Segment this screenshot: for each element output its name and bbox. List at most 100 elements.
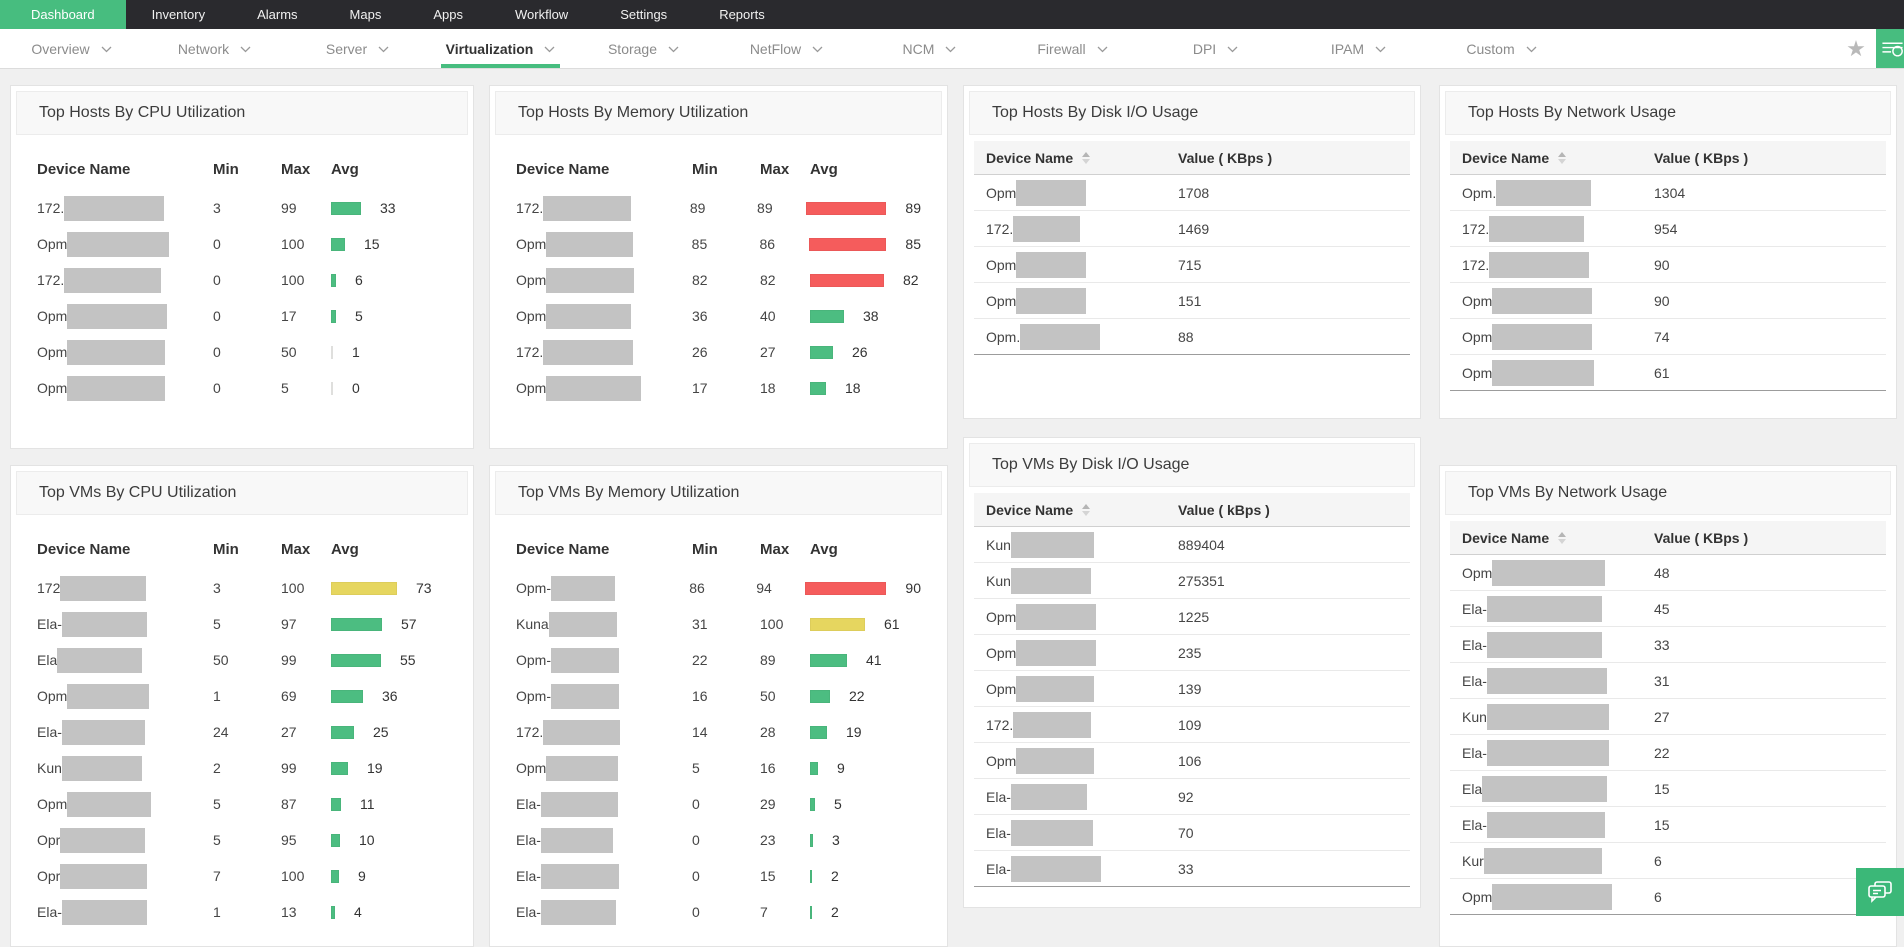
device-name[interactable]: Opm <box>986 748 1178 774</box>
device-name[interactable]: Ela- <box>986 856 1178 882</box>
topnav-item-reports[interactable]: Reports <box>693 0 791 29</box>
tab-firewall[interactable]: Firewall <box>1001 29 1144 68</box>
device-name[interactable]: Ela- <box>1462 740 1654 766</box>
max-value: 13 <box>281 904 331 920</box>
device-name[interactable]: Ela- <box>516 900 692 925</box>
device-name[interactable]: Opm <box>37 232 213 257</box>
device-name[interactable]: Ela- <box>1462 812 1654 838</box>
device-name[interactable]: Ela- <box>516 792 692 817</box>
column-header-device[interactable]: Device Name <box>986 150 1178 166</box>
device-name[interactable]: Opr <box>37 828 213 853</box>
device-name[interactable]: Opm <box>986 252 1178 278</box>
tab-server[interactable]: Server <box>286 29 429 68</box>
topnav-item-alarms[interactable]: Alarms <box>231 0 323 29</box>
device-name[interactable]: Opm <box>986 676 1178 702</box>
device-name[interactable]: Opm <box>986 640 1178 666</box>
device-name[interactable]: Ela- <box>1462 596 1654 622</box>
device-name[interactable]: Ela- <box>516 828 692 853</box>
topnav-item-maps[interactable]: Maps <box>324 0 408 29</box>
main-navbar: DashboardInventoryAlarmsMapsAppsWorkflow… <box>0 0 1904 29</box>
device-name[interactable]: Ela- <box>37 720 213 745</box>
device-name[interactable]: 172. <box>986 712 1178 738</box>
tab-storage[interactable]: Storage <box>572 29 715 68</box>
tab-ipam[interactable]: IPAM <box>1287 29 1430 68</box>
tab-custom[interactable]: Custom <box>1430 29 1573 68</box>
device-name[interactable]: Ela- <box>37 612 213 637</box>
topnav-item-dashboard[interactable]: Dashboard <box>0 0 126 29</box>
column-header-device[interactable]: Device Name <box>1462 150 1654 166</box>
device-name[interactable]: Opm <box>516 232 692 257</box>
device-name[interactable]: Ela- <box>1462 668 1654 694</box>
topnav-item-inventory[interactable]: Inventory <box>126 0 231 29</box>
device-name[interactable]: Opm <box>516 304 692 329</box>
device-name[interactable]: Opm <box>986 180 1178 206</box>
device-name[interactable]: 172. <box>1462 252 1654 278</box>
device-name[interactable]: 172. <box>516 340 692 365</box>
tab-netflow[interactable]: NetFlow <box>715 29 858 68</box>
device-name[interactable]: Opm <box>1462 884 1654 910</box>
device-name[interactable]: Opm <box>1462 560 1654 586</box>
redacted-device-name <box>543 196 631 221</box>
device-name[interactable]: Ela- <box>37 900 213 925</box>
device-name[interactable]: 172. <box>516 720 692 745</box>
device-name[interactable]: Opm <box>1462 288 1654 314</box>
device-name[interactable]: Kur <box>1462 848 1654 874</box>
device-name[interactable]: Ela- <box>986 820 1178 846</box>
device-name[interactable]: Opr <box>37 864 213 889</box>
tab-ncm[interactable]: NCM <box>858 29 1001 68</box>
device-name[interactable]: Opm <box>37 340 213 365</box>
tab-dpi[interactable]: DPI <box>1144 29 1287 68</box>
device-name[interactable]: Kun <box>1462 704 1654 730</box>
avg-bar: 19 <box>331 760 383 776</box>
topnav-item-settings[interactable]: Settings <box>594 0 693 29</box>
device-name[interactable]: Opm- <box>516 684 692 709</box>
device-name[interactable]: Kun <box>986 568 1178 594</box>
table-row: Opm 90 <box>1450 283 1886 319</box>
max-value: 87 <box>281 796 331 812</box>
column-header-device[interactable]: Device Name <box>986 502 1178 518</box>
min-value: 82 <box>692 272 760 288</box>
device-name[interactable]: 172. <box>37 268 213 293</box>
chat-support-button[interactable] <box>1856 868 1904 916</box>
table-body: Opm. 1304 172. 954 172. 90 Opm 90 Opm 74… <box>1450 175 1886 391</box>
device-name[interactable]: Opm <box>516 376 692 401</box>
device-name[interactable]: Opm- <box>516 648 692 673</box>
device-name[interactable]: Opm <box>516 268 692 293</box>
device-name[interactable]: Ela- <box>1462 632 1654 658</box>
device-name[interactable]: Opm <box>37 304 213 329</box>
device-name[interactable]: Ela- <box>986 784 1178 810</box>
device-name[interactable]: Opm <box>1462 324 1654 350</box>
value-table: Device Name Value ( KBps ) Opm. 1304 172… <box>1450 141 1886 391</box>
device-name[interactable]: Opm <box>516 756 692 781</box>
device-name[interactable]: Ela <box>37 648 213 673</box>
device-name[interactable]: Opm. <box>986 324 1178 350</box>
device-name[interactable]: Opm <box>986 604 1178 630</box>
tab-overview[interactable]: Overview <box>0 29 143 68</box>
device-name[interactable]: Kuna <box>516 612 692 637</box>
device-name[interactable]: Opm <box>37 376 213 401</box>
device-name[interactable]: Opm <box>986 288 1178 314</box>
device-name[interactable]: Opm <box>37 792 213 817</box>
tab-virtualization[interactable]: Virtualization <box>429 29 572 68</box>
favorite-star-icon[interactable]: ★ <box>1836 29 1876 68</box>
customize-dashboard-button[interactable] <box>1876 29 1904 68</box>
device-name[interactable]: 172. <box>37 196 213 221</box>
topnav-item-apps[interactable]: Apps <box>407 0 489 29</box>
column-header-device[interactable]: Device Name <box>1462 530 1654 546</box>
device-name[interactable]: Opm <box>1462 360 1654 386</box>
device-name[interactable]: Ela- <box>516 864 692 889</box>
device-name[interactable]: 172. <box>1462 216 1654 242</box>
redacted-device-name <box>62 612 147 637</box>
tab-network[interactable]: Network <box>143 29 286 68</box>
device-name[interactable]: 172. <box>986 216 1178 242</box>
device-name[interactable]: Opm <box>37 684 213 709</box>
device-name[interactable]: Opm- <box>516 576 689 601</box>
widget-title: Top VMs By CPU Utilization <box>16 471 468 515</box>
device-name[interactable]: Opm. <box>1462 180 1654 206</box>
device-name[interactable]: Kun <box>986 532 1178 558</box>
device-name[interactable]: 172 <box>37 576 213 601</box>
device-name[interactable]: 172. <box>516 196 690 221</box>
device-name[interactable]: Ela <box>1462 776 1654 802</box>
topnav-item-workflow[interactable]: Workflow <box>489 0 594 29</box>
device-name[interactable]: Kun <box>37 756 213 781</box>
